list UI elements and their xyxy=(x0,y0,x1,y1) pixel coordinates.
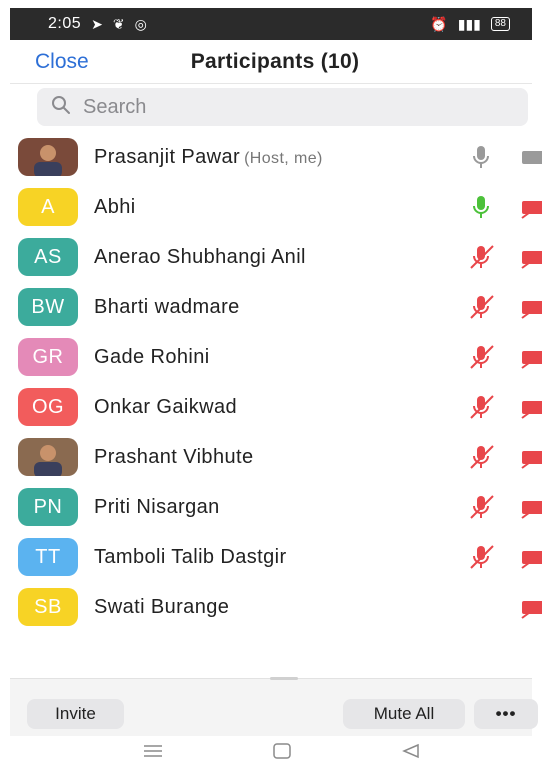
participant-name: Onkar Gaikwad xyxy=(94,395,238,418)
participant-name: Bharti wadmare xyxy=(94,295,240,318)
video-icon[interactable] xyxy=(512,142,542,172)
avatar: A xyxy=(18,188,78,226)
participant-row[interactable]: OG Onkar Gaikwad xyxy=(10,382,542,432)
participant-row[interactable]: GR Gade Rohini xyxy=(10,332,542,382)
participant-name: Abhi xyxy=(94,195,136,218)
video-off-icon[interactable] xyxy=(512,392,542,422)
drag-handle[interactable] xyxy=(270,677,298,680)
participant-name: Prashant Vibhute xyxy=(94,445,254,468)
participant-name: Anerao Shubhangi Anil xyxy=(94,245,306,268)
avatar xyxy=(18,438,78,476)
mic-muted-icon[interactable] xyxy=(466,492,496,522)
status-time: 2:05 xyxy=(48,15,82,32)
participants-footer: Invite Mute All ••• xyxy=(10,677,538,736)
participant-name-block: Swati Burange xyxy=(94,596,229,619)
mic-muted-icon[interactable] xyxy=(466,392,496,422)
mic-muted-icon[interactable] xyxy=(466,242,496,272)
twitter-icon: ❦ xyxy=(112,15,125,32)
avatar: AS xyxy=(18,238,78,276)
video-off-icon[interactable] xyxy=(512,292,542,322)
participants-header: Close Participants (10) xyxy=(10,40,532,84)
participant-name-block: Onkar Gaikwad xyxy=(94,396,237,419)
avatar: SB xyxy=(18,588,78,626)
video-off-icon[interactable] xyxy=(512,442,542,472)
video-off-icon[interactable] xyxy=(512,342,542,372)
video-off-icon[interactable] xyxy=(512,592,542,622)
participant-row[interactable]: TT Tamboli Talib Dastgir xyxy=(10,532,542,582)
avatar: TT xyxy=(18,538,78,576)
participant-name-block: Prasanjit Pawar (Host, me) xyxy=(94,146,323,169)
mute-all-button[interactable]: Mute All xyxy=(343,699,465,729)
participant-name-block: Priti Nisargan xyxy=(94,496,220,519)
back-nav-icon[interactable] xyxy=(400,742,422,760)
video-off-icon[interactable] xyxy=(512,242,542,272)
status-bar: 2:05 ➤ ❦ ◎ ⏰ ▮▮▮ 88 xyxy=(10,8,532,40)
participant-name: Priti Nisargan xyxy=(94,495,220,518)
mic-icon[interactable] xyxy=(466,192,496,222)
participant-row[interactable]: Prasanjit Pawar (Host, me) xyxy=(10,132,542,182)
battery-icon: 88 xyxy=(490,17,510,31)
participant-name-block: Bharti wadmare xyxy=(94,296,240,319)
participant-name: Gade Rohini xyxy=(94,345,210,368)
participant-name-block: Prashant Vibhute xyxy=(94,446,253,469)
telegram-icon: ➤ xyxy=(91,15,103,32)
more-options-button[interactable]: ••• xyxy=(474,699,538,729)
participant-name: Prasanjit Pawar xyxy=(94,145,241,168)
participant-row[interactable]: SB Swati Burange xyxy=(10,582,542,632)
instagram-icon: ◎ xyxy=(134,15,147,32)
search-icon xyxy=(51,95,71,120)
video-off-icon[interactable] xyxy=(512,492,542,522)
avatar: PN xyxy=(18,488,78,526)
participant-name: Tamboli Talib Dastgir xyxy=(94,545,287,568)
participant-row[interactable]: Prashant Vibhute xyxy=(10,432,542,482)
avatar: BW xyxy=(18,288,78,326)
page-title: Participants (10) xyxy=(190,50,360,73)
participant-row[interactable]: A Abhi xyxy=(10,182,542,232)
avatar xyxy=(18,138,78,176)
system-nav-bar xyxy=(10,738,532,763)
signal-icon: ▮▮▮ xyxy=(457,15,481,32)
participant-name-block: Anerao Shubhangi Anil xyxy=(94,246,306,269)
mic-muted-icon[interactable] xyxy=(466,292,496,322)
participant-row[interactable]: AS Anerao Shubhangi Anil xyxy=(10,232,542,282)
home-nav-icon[interactable] xyxy=(271,742,293,760)
video-off-icon[interactable] xyxy=(512,192,542,222)
participant-name: Swati Burange xyxy=(94,595,230,618)
participant-row[interactable]: BW Bharti wadmare xyxy=(10,282,542,332)
participants-list: Prasanjit Pawar (Host, me) A Abhi AS Anerao S… xyxy=(10,132,542,632)
invite-button[interactable]: Invite xyxy=(27,699,124,729)
participant-row[interactable]: PN Priti Nisargan xyxy=(10,482,542,532)
search-input[interactable] xyxy=(83,95,483,119)
mic-icon[interactable] xyxy=(466,142,496,172)
participant-name-block: Abhi xyxy=(94,196,136,219)
participant-name-block: Gade Rohini xyxy=(94,346,210,369)
participant-name-block: Tamboli Talib Dastgir xyxy=(94,546,287,569)
mic-muted-icon[interactable] xyxy=(466,542,496,572)
search-bar[interactable] xyxy=(37,88,528,126)
avatar: OG xyxy=(18,388,78,426)
mic-muted-icon[interactable] xyxy=(466,442,496,472)
mic-muted-icon[interactable] xyxy=(466,342,496,372)
alarm-icon: ⏰ xyxy=(430,15,448,32)
participant-role: (Host, me) xyxy=(244,149,323,167)
video-off-icon[interactable] xyxy=(512,542,542,572)
avatar: GR xyxy=(18,338,78,376)
menu-nav-icon[interactable] xyxy=(142,742,164,760)
